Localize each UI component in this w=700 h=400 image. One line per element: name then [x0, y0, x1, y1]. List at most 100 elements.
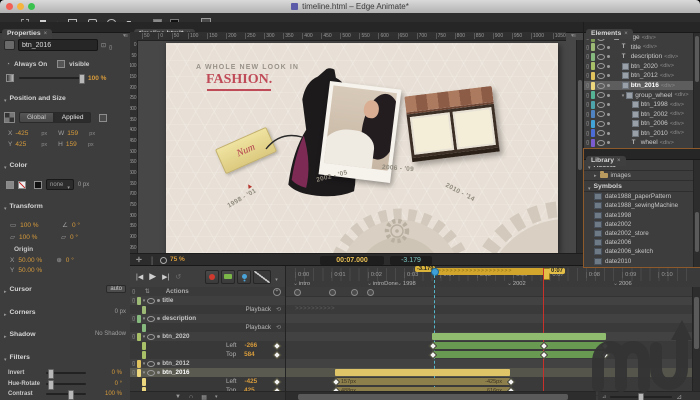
easing-button[interactable] [253, 270, 271, 284]
element-item-group_wheel[interactable]: group_wheel<div> [584, 90, 700, 100]
close-icon[interactable] [624, 30, 628, 37]
lock-dot-icon[interactable] [607, 55, 610, 58]
go-to-start-button[interactable]: |◀ [136, 273, 143, 281]
w-value[interactable]: 159 [67, 130, 85, 137]
timeline-vertical-scrollbar[interactable] [692, 287, 700, 391]
actions-icon[interactable] [132, 297, 135, 304]
section-collapse-icon[interactable] [4, 156, 7, 174]
size-options-icon[interactable] [99, 114, 107, 122]
pin-band[interactable]: >>>>>>>>>>>>>>>>>>>> [434, 268, 548, 275]
eye-icon[interactable] [147, 361, 155, 367]
library-symbol-item[interactable]: date1998 [584, 211, 700, 220]
lock-dot-icon[interactable] [157, 335, 160, 338]
eye-icon[interactable] [147, 298, 155, 304]
element-item-btn_2010[interactable]: btn_2010<div> [584, 128, 700, 138]
lock-dot-icon[interactable] [607, 84, 610, 87]
eye-icon[interactable] [597, 44, 605, 50]
element-item-title[interactable]: Ttitle<div> [584, 43, 700, 53]
actions-icon[interactable] [586, 44, 589, 51]
fill-swatch[interactable] [6, 181, 14, 189]
element-id-input[interactable] [18, 39, 98, 51]
lock-dot-icon[interactable] [157, 317, 160, 320]
filter-slider[interactable] [46, 372, 86, 374]
lock-dot-icon[interactable] [607, 46, 610, 49]
filter-value[interactable]: 100 % [105, 391, 122, 397]
scale-x-value[interactable]: 100 % [20, 222, 50, 229]
library-symbol-item[interactable]: date1988_sewingMachine [584, 201, 700, 210]
action-trigger[interactable] [367, 289, 374, 296]
element-item-btn_2002[interactable]: btn_2002<div> [584, 109, 700, 119]
auto-transition-button[interactable] [221, 270, 235, 284]
lock-dot-icon[interactable] [607, 113, 610, 116]
section-collapse-icon[interactable] [4, 89, 7, 107]
keyframe-diamond-icon[interactable] [273, 341, 281, 349]
collapse-icon[interactable] [143, 369, 146, 376]
snapping-magnet-icon[interactable]: ∩ [189, 394, 193, 400]
lock-dot-icon[interactable] [607, 94, 610, 97]
grid-toggle-icon[interactable]: ▦ [201, 394, 207, 400]
eye-icon[interactable] [597, 111, 605, 117]
origin-angle-value[interactable]: 0 ° [66, 257, 74, 264]
actions-icon[interactable] [586, 130, 589, 137]
design-canvas[interactable]: A WHOLE NEW LOOK IN FASHION. Num [166, 43, 558, 253]
go-to-end-button[interactable]: ▶| [162, 273, 169, 281]
actions-icon[interactable] [586, 53, 589, 60]
eye-icon[interactable] [597, 121, 605, 127]
playback-icon[interactable]: ⟲ [276, 306, 281, 313]
elements-scrollbar[interactable] [693, 33, 700, 148]
element-item-btn_2012[interactable]: btn_2012<div> [584, 71, 700, 81]
expand-icon[interactable] [622, 92, 625, 99]
applied-coords-button[interactable]: Applied [54, 112, 92, 123]
timeline-horizontal-scrollbar[interactable] [285, 391, 596, 400]
lock-dot-icon[interactable] [607, 122, 610, 125]
panel-menu-icon[interactable] [571, 24, 575, 42]
visibility-mode[interactable]: visible [69, 61, 89, 68]
stage-zoom-level[interactable]: 75 % [170, 256, 185, 263]
easing-dropdown-icon[interactable] [275, 268, 278, 286]
border-width[interactable]: 0 px [78, 182, 89, 188]
action-trigger[interactable] [329, 289, 336, 296]
zoom-out-mountain-icon[interactable]: ⊿ [602, 394, 606, 400]
timeline-track-actions[interactable] [285, 287, 700, 297]
eye-icon[interactable] [597, 63, 605, 69]
lock-dot-icon[interactable] [157, 299, 160, 302]
actions-icon[interactable] [586, 101, 589, 108]
tab-library[interactable]: Library [586, 156, 626, 166]
eye-icon[interactable] [597, 83, 605, 89]
filter-funnel-icon[interactable]: ▼ [175, 394, 181, 400]
lock-dot-icon[interactable] [607, 141, 610, 144]
zoom-magnifier-icon[interactable] [160, 257, 167, 264]
actions-icon[interactable] [586, 120, 589, 127]
timeline-marker[interactable]: intro [293, 281, 310, 287]
play-button[interactable]: ▶ [149, 271, 156, 282]
eye-icon[interactable] [597, 54, 605, 60]
storefront-image[interactable] [404, 86, 499, 162]
eye-icon[interactable] [147, 334, 155, 340]
section-collapse-icon[interactable] [588, 177, 591, 195]
animation-bar-btn_2020-left[interactable] [432, 342, 606, 349]
actions-icon[interactable] [586, 72, 589, 79]
keyframe-diamond-icon[interactable] [273, 350, 281, 358]
stroke-none-swatch[interactable] [18, 181, 26, 189]
collapse-icon[interactable] [143, 333, 146, 340]
library-symbol-item[interactable]: date2002_store [584, 229, 700, 238]
crosshair-icon[interactable]: ✛ [136, 256, 142, 264]
global-coords-button[interactable]: Global [19, 112, 54, 123]
actions-icon[interactable] [586, 139, 589, 146]
display-mode[interactable]: Always On [14, 61, 47, 68]
filter-value[interactable]: 0 ° [115, 381, 122, 387]
cursor-auto-button[interactable]: auto [106, 285, 126, 293]
library-symbol-item[interactable]: date2006_sketch [584, 247, 700, 256]
collapse-icon[interactable] [143, 315, 146, 322]
element-item-btn_2020[interactable]: btn_2020<div> [584, 62, 700, 72]
timeline-marker[interactable]: 2002 [507, 281, 526, 287]
collapse-icon[interactable] [143, 297, 146, 304]
lock-dot-icon[interactable] [607, 103, 610, 106]
border-color-swatch[interactable] [34, 181, 42, 189]
overflow-icon[interactable]: ⊡ [101, 42, 106, 49]
add-action-icon[interactable]: + [273, 288, 281, 296]
section-collapse-icon[interactable] [4, 303, 7, 321]
keyframe-diamond-icon[interactable] [273, 377, 281, 385]
options-dropdown-icon[interactable] [215, 394, 218, 400]
skew-value[interactable]: 0 ° [70, 234, 78, 241]
